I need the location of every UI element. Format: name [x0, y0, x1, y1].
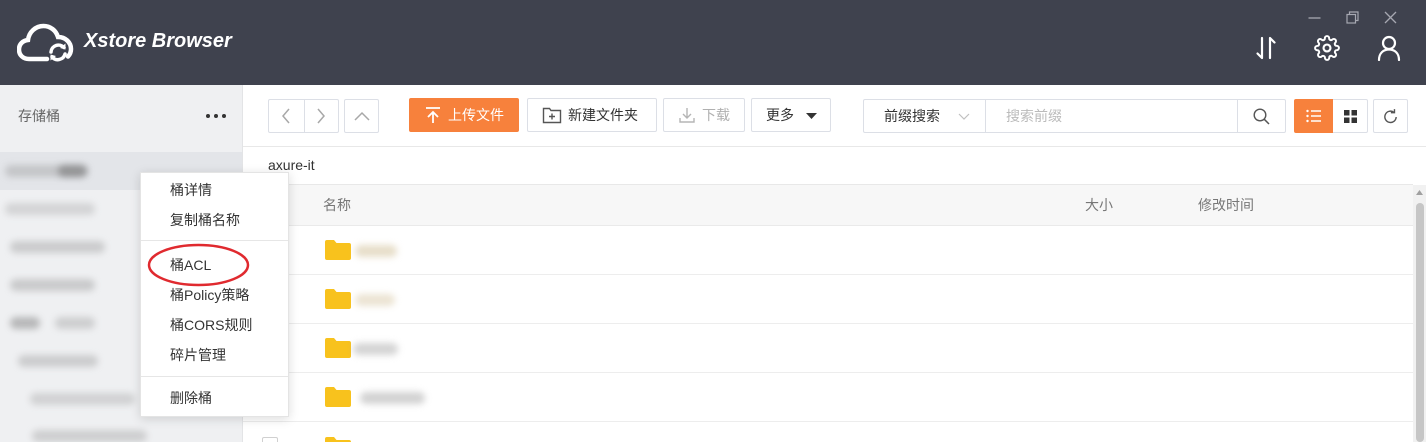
refresh-button[interactable]: [1373, 99, 1408, 133]
restore-icon[interactable]: [1346, 11, 1359, 24]
app-title: Xstore Browser: [84, 30, 232, 52]
new-folder-label: 新建文件夹: [568, 107, 638, 123]
search-mode-label: 前缀搜索: [884, 108, 940, 124]
back-button[interactable]: [269, 100, 304, 132]
close-icon[interactable]: [1384, 11, 1397, 24]
menu-item-copy-bucket-name[interactable]: 复制桶名称: [141, 205, 288, 235]
toolbar: 上传文件 新建文件夹 下载 更多 前缀搜索: [243, 85, 1426, 147]
scroll-thumb[interactable]: [1416, 203, 1424, 442]
chevron-left-icon: [282, 108, 290, 124]
column-size[interactable]: 大小: [1085, 185, 1113, 225]
list-view-icon: [1305, 109, 1321, 123]
more-icon[interactable]: [206, 114, 226, 118]
row-checkbox[interactable]: [262, 437, 278, 442]
chevron-right-icon: [317, 108, 326, 124]
gear-icon[interactable]: [1314, 35, 1340, 61]
refresh-icon: [1384, 108, 1397, 123]
redacted-name: [353, 343, 398, 355]
vertical-scrollbar[interactable]: [1413, 185, 1426, 442]
more-label: 更多: [766, 107, 794, 123]
download-icon: [678, 106, 696, 124]
cloud-sync-icon: [17, 23, 75, 63]
folder-icon: [325, 289, 351, 309]
redacted-name: [10, 279, 95, 291]
redacted-name: [58, 165, 88, 177]
folder-icon: [325, 240, 351, 260]
redacted-name: [55, 317, 95, 329]
caret-down-icon: [806, 113, 817, 119]
search-icon: [1253, 107, 1270, 125]
menu-item-bucket-cors[interactable]: 桶CORS规则: [141, 310, 288, 340]
redacted-name: [18, 355, 98, 367]
table-row[interactable]: [243, 324, 1413, 373]
upload-icon: [424, 106, 442, 124]
new-folder-button[interactable]: 新建文件夹: [527, 98, 657, 132]
minimize-icon[interactable]: [1308, 11, 1321, 24]
redacted-name: [5, 203, 95, 215]
user-icon[interactable]: [1376, 35, 1402, 61]
forward-button[interactable]: [303, 100, 339, 132]
table-row[interactable]: [243, 373, 1413, 422]
bucket-item[interactable]: [0, 418, 242, 442]
menu-divider: [141, 240, 288, 241]
search-button[interactable]: [1237, 100, 1285, 132]
folder-icon: [325, 338, 351, 358]
search-input[interactable]: [987, 100, 1237, 132]
redacted-name: [355, 294, 395, 306]
search-bar: 前缀搜索: [863, 99, 1286, 133]
parent-folder-button[interactable]: [344, 99, 379, 133]
more-dropdown[interactable]: 更多: [751, 98, 831, 132]
object-browser: 上传文件 新建文件夹 下载 更多 前缀搜索 搜索前缀 axure-it 名称 大…: [242, 85, 1426, 442]
download-button[interactable]: 下载: [663, 98, 745, 132]
transfer-icon[interactable]: [1253, 35, 1279, 61]
folder-icon: [325, 437, 351, 442]
search-mode-select[interactable]: 前缀搜索: [864, 100, 986, 132]
folder-plus-icon: [542, 106, 562, 124]
redacted-name: [10, 317, 40, 329]
chevron-down-icon: [958, 113, 970, 120]
redacted-name: [32, 430, 147, 442]
download-label: 下载: [702, 107, 730, 123]
table-row[interactable]: [243, 275, 1413, 324]
menu-item-delete-bucket[interactable]: 删除桶: [141, 383, 288, 413]
chevron-up-icon: [353, 111, 370, 121]
redacted-name: [355, 245, 397, 257]
scroll-up-icon[interactable]: [1416, 190, 1423, 195]
redacted-name: [30, 393, 135, 405]
folder-icon: [325, 387, 351, 407]
title-bar: Xstore Browser: [0, 0, 1426, 85]
breadcrumb: axure-it: [243, 147, 1413, 185]
table-header: 名称 大小 修改时间: [243, 185, 1413, 226]
table-row[interactable]: [243, 422, 1413, 442]
list-view-button[interactable]: [1294, 99, 1333, 133]
file-list: [243, 226, 1413, 442]
menu-item-bucket-details[interactable]: 桶详情: [141, 175, 288, 205]
bucket-context-menu: 桶详情 复制桶名称 桶ACL 桶Policy策略 桶CORS规则 碎片管理 删除…: [140, 172, 289, 417]
grid-view-button[interactable]: [1333, 99, 1368, 133]
menu-item-bucket-acl[interactable]: 桶ACL: [141, 250, 288, 280]
history-nav: [268, 99, 339, 133]
menu-divider: [141, 376, 288, 377]
upload-label: 上传文件: [448, 107, 504, 123]
menu-item-fragment-management[interactable]: 碎片管理: [141, 340, 288, 370]
table-row[interactable]: [243, 226, 1413, 275]
menu-item-bucket-policy[interactable]: 桶Policy策略: [141, 280, 288, 310]
redacted-name: [10, 241, 105, 253]
redacted-name: [360, 392, 425, 404]
sidebar-title: 存储桶: [18, 108, 60, 124]
column-name[interactable]: 名称: [323, 185, 351, 225]
grid-view-icon: [1343, 109, 1357, 123]
column-modified[interactable]: 修改时间: [1198, 185, 1254, 225]
upload-file-button[interactable]: 上传文件: [409, 98, 519, 132]
